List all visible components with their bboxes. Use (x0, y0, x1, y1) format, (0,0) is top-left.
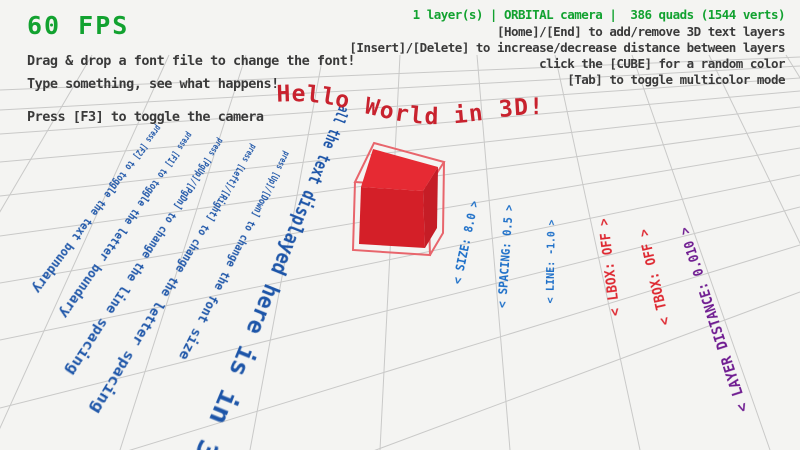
status-bar: 1 layer(s) | ORBITAL camera | 386 quads … (413, 7, 785, 22)
floor-setting-line: < LINE: -1.0 > (545, 220, 557, 304)
hint-multicolor-mode: [Tab] to toggle multicolor mode (567, 72, 785, 87)
fps-counter: 60 FPS (27, 11, 129, 40)
hint-add-remove-layers: [Home]/[End] to add/remove 3D text layer… (497, 24, 785, 39)
hint-type-something: Type something, see what happens! (27, 76, 279, 92)
hint-cube-random-color: click the [CUBE] for a random color (539, 56, 785, 71)
hint-drag-drop-font: Drag & drop a font file to change the fo… (27, 53, 355, 69)
hint-layer-distance-keys: [Insert]/[Delete] to increase/decrease d… (349, 40, 785, 55)
cube-front-face[interactable] (359, 187, 425, 248)
hint-toggle-camera: Press [F3] to toggle the camera (27, 109, 263, 125)
scene-viewport[interactable]: press [F2] to toggle the text boundary p… (0, 0, 800, 450)
